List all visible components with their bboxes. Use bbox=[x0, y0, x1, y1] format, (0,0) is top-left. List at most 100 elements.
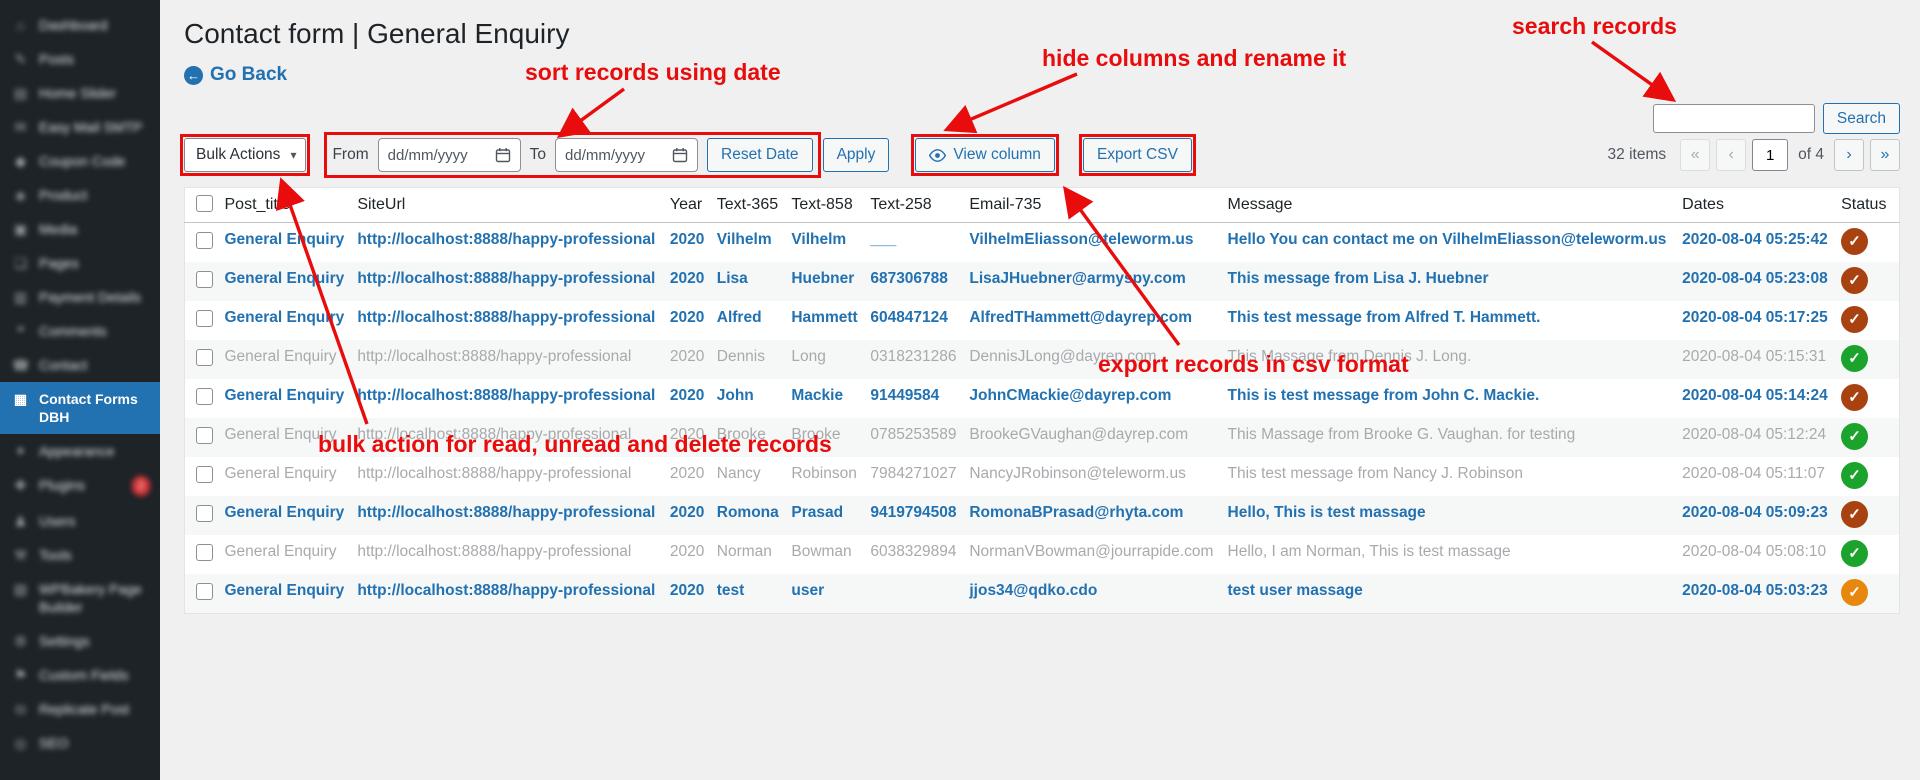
status-badge-unread[interactable]: ✓ bbox=[1841, 384, 1869, 411]
status-badge-read[interactable]: ✓ bbox=[1841, 540, 1869, 567]
sidebar-item-users[interactable]: ♟ Users bbox=[0, 504, 160, 538]
sidebar-item-replicate-post[interactable]: ⧉ Replicate Post bbox=[0, 692, 160, 726]
site-url-link[interactable]: http://localhost:8888/happy-professional bbox=[357, 543, 631, 560]
sidebar-item-appearance[interactable]: ✦ Appearance bbox=[0, 434, 160, 468]
status-badge-read[interactable]: ✓ bbox=[1841, 462, 1869, 489]
sidebar-item-media[interactable]: ▣ Media bbox=[0, 212, 160, 246]
current-page-input[interactable] bbox=[1752, 139, 1789, 171]
next-page-button[interactable]: › bbox=[1834, 139, 1864, 171]
status-badge-unread[interactable]: ✓ bbox=[1841, 306, 1869, 333]
row-checkbox[interactable] bbox=[196, 388, 213, 405]
sidebar-item-settings[interactable]: ⚙ Settings bbox=[0, 624, 160, 658]
status-badge-unread[interactable]: ✓ bbox=[1841, 501, 1869, 528]
cell-date: 2020-08-04 05:14:24 bbox=[1682, 387, 1828, 404]
first-page-button[interactable]: « bbox=[1680, 139, 1711, 171]
select-all-checkbox[interactable] bbox=[196, 195, 213, 212]
sidebar-item-seo[interactable]: ◎ SEO bbox=[0, 726, 160, 760]
site-url-link[interactable]: http://localhost:8888/happy-professional bbox=[357, 582, 655, 599]
export-csv-button[interactable]: Export CSV bbox=[1078, 134, 1196, 176]
table-row: General Enquiry http://localhost:8888/hap… bbox=[184, 340, 1900, 379]
row-checkbox[interactable] bbox=[196, 232, 213, 249]
column-header-year: Year bbox=[669, 187, 717, 223]
site-url-link[interactable]: http://localhost:8888/happy-professional bbox=[357, 387, 655, 404]
status-badge-unread[interactable]: ✓ bbox=[1841, 228, 1869, 255]
toolbar: Bulk Actions ▾ From dd/mm/yyyy To dd/mm/… bbox=[179, 132, 1900, 178]
sidebar-item-label: Custom Fields bbox=[39, 667, 129, 683]
prev-page-button[interactable]: ‹ bbox=[1716, 139, 1747, 171]
email-link[interactable]: NormanVBowman@jourrapide.com bbox=[969, 543, 1213, 560]
column-header-siteurl: SiteUrl bbox=[357, 187, 670, 223]
row-checkbox[interactable] bbox=[196, 427, 213, 444]
site-url-link[interactable]: http://localhost:8888/happy-professional bbox=[357, 504, 655, 521]
site-url-link[interactable]: http://localhost:8888/happy-professional bbox=[357, 309, 655, 326]
email-link[interactable]: BrookeGVaughan@dayrep.com bbox=[969, 426, 1188, 443]
sidebar-item-label: Tools bbox=[39, 547, 72, 563]
site-url-link[interactable]: http://localhost:8888/happy-professional bbox=[357, 231, 655, 248]
status-badge-unread[interactable]: ✓ bbox=[1841, 579, 1869, 606]
date-filter-group: From dd/mm/yyyy To dd/mm/yyyy Reset Date bbox=[324, 132, 821, 178]
row-checkbox[interactable] bbox=[196, 466, 213, 483]
status-badge-read[interactable]: ✓ bbox=[1841, 345, 1869, 372]
sidebar-item-plugins[interactable]: ✚ Plugins 2 bbox=[0, 468, 160, 504]
cell-text-365: Norman bbox=[716, 543, 772, 560]
email-link[interactable]: jjos34@qdko.cdo bbox=[969, 582, 1097, 599]
plugins-icon: ✚ bbox=[14, 477, 27, 493]
email-link[interactable]: NancyJRobinson@teleworm.us bbox=[969, 465, 1185, 482]
sidebar-item-pages[interactable]: ❏ Pages bbox=[0, 246, 160, 280]
bulk-actions-select[interactable]: Bulk Actions ▾ bbox=[179, 134, 311, 176]
date-to-input[interactable]: dd/mm/yyyy bbox=[555, 138, 699, 172]
sidebar-item-contact-forms-dbh[interactable]: ▦ Contact Forms DBH bbox=[0, 382, 160, 434]
sidebar-item-comments[interactable]: ❝ Comments bbox=[0, 314, 160, 348]
sidebar-item-easy-mail-smtp[interactable]: ✉ Easy Mail SMTP bbox=[0, 110, 160, 144]
cell-text-365: Vilhelm bbox=[716, 231, 772, 248]
sidebar-item-contact[interactable]: ☎ Contact bbox=[0, 348, 160, 382]
status-badge-unread[interactable]: ✓ bbox=[1841, 267, 1869, 294]
sidebar-item-wpbakery[interactable]: ▧ WPBakery Page Builder bbox=[0, 572, 160, 624]
cell-date: 2020-08-04 05:23:08 bbox=[1682, 270, 1828, 287]
email-link[interactable]: DennisJLong@dayrep.com bbox=[969, 348, 1156, 365]
row-checkbox[interactable] bbox=[196, 349, 213, 366]
sidebar-item-label: Media bbox=[39, 221, 78, 237]
email-link[interactable]: RomonaBPrasad@rhyta.com bbox=[969, 504, 1183, 521]
search-button[interactable]: Search bbox=[1822, 103, 1900, 134]
view-column-button[interactable]: View column bbox=[911, 134, 1059, 176]
dashboard-icon: ⌂ bbox=[16, 17, 25, 33]
email-link[interactable]: LisaJHuebner@armyspy.com bbox=[969, 270, 1185, 287]
check-icon: ✓ bbox=[1848, 271, 1861, 289]
cell-text-858: Long bbox=[791, 348, 826, 365]
sidebar-item-custom-fields[interactable]: ⚑ Custom Fields bbox=[0, 658, 160, 692]
search-input[interactable] bbox=[1652, 104, 1815, 133]
sidebar-item-tools[interactable]: ⚒ Tools bbox=[0, 538, 160, 572]
cell-date: 2020-08-04 05:15:31 bbox=[1682, 348, 1827, 365]
site-url-link[interactable]: http://localhost:8888/happy-professional bbox=[357, 270, 655, 287]
cell-text-258: 687306788 bbox=[870, 270, 948, 287]
apply-button[interactable]: Apply bbox=[822, 138, 890, 172]
sidebar-item-coupon-code[interactable]: ◆ Coupon Code bbox=[0, 144, 160, 178]
sidebar-item-home-slider[interactable]: ▤ Home Slider bbox=[0, 76, 160, 110]
go-back-icon: ← bbox=[184, 65, 203, 85]
sidebar-item-payment-details[interactable]: ▥ Payment Details bbox=[0, 280, 160, 314]
go-back-link[interactable]: ← Go Back bbox=[184, 64, 287, 86]
cell-post-title: General Enquiry bbox=[224, 387, 345, 404]
site-url-link[interactable]: http://localhost:8888/happy-professional bbox=[357, 465, 631, 482]
site-url-link[interactable]: http://localhost:8888/happy-professional bbox=[357, 426, 631, 443]
table-header-row: Post_title SiteUrl Year Text-365 Text-858 Tex… bbox=[184, 187, 1900, 223]
site-url-link[interactable]: http://localhost:8888/happy-professional bbox=[357, 348, 631, 365]
date-from-input[interactable]: dd/mm/yyyy bbox=[377, 138, 521, 172]
sidebar-item-posts[interactable]: ✎ Posts bbox=[0, 42, 160, 76]
email-link[interactable]: VilhelmEliasson@teleworm.us bbox=[969, 231, 1193, 248]
row-checkbox[interactable] bbox=[196, 271, 213, 288]
sidebar-item-dashboard[interactable]: ⌂ Dashboard bbox=[0, 8, 160, 42]
cell-date: 2020-08-04 05:25:42 bbox=[1682, 231, 1828, 248]
email-link[interactable]: AlfredTHammett@dayrep.com bbox=[969, 309, 1192, 326]
row-checkbox[interactable] bbox=[196, 310, 213, 327]
reset-date-button[interactable]: Reset Date bbox=[707, 138, 813, 172]
email-link[interactable]: JohnCMackie@dayrep.com bbox=[969, 387, 1171, 404]
status-badge-read[interactable]: ✓ bbox=[1841, 423, 1869, 450]
comments-icon: ❝ bbox=[16, 323, 25, 339]
row-checkbox[interactable] bbox=[196, 505, 213, 522]
row-checkbox[interactable] bbox=[196, 544, 213, 561]
row-checkbox[interactable] bbox=[196, 583, 213, 600]
last-page-button[interactable]: » bbox=[1870, 139, 1900, 171]
sidebar-item-product[interactable]: ◈ Product bbox=[0, 178, 160, 212]
